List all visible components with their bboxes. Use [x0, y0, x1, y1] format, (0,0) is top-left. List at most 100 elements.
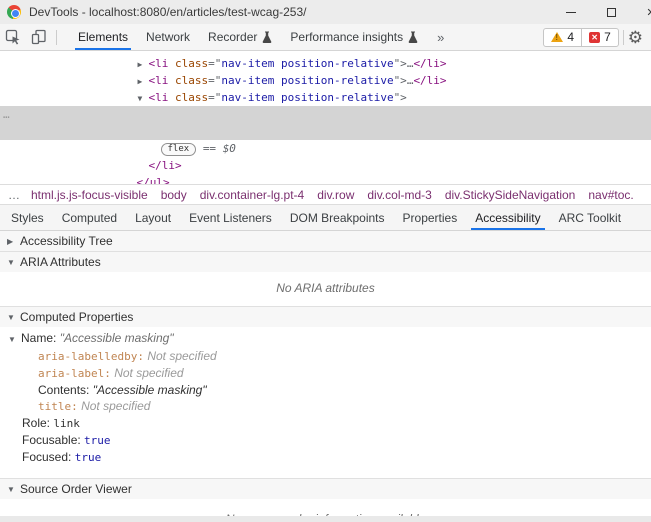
experiment-flask-icon	[408, 31, 418, 43]
breadcrumb-item-html[interactable]: html.js.js-focus-visible	[31, 188, 148, 202]
section-computed-properties: ▼ Computed Properties ▼ Name: "Accessible…	[0, 307, 651, 479]
property-key: Role:	[22, 416, 51, 430]
property-row-focusable: Focusable: true	[0, 432, 651, 449]
property-key: title:	[38, 400, 78, 413]
property-key: Name:	[21, 331, 57, 345]
property-row-title: title: Not specified	[0, 398, 651, 415]
maximize-button[interactable]	[591, 0, 631, 24]
device-toolbar-icon	[31, 29, 46, 45]
disclosure-expanded-icon[interactable]: ▼	[7, 313, 20, 322]
section-title: Computed Properties	[20, 310, 134, 324]
section-header-accessibility-tree[interactable]: ▶ Accessibility Tree	[0, 231, 651, 251]
disclosure-expanded-icon[interactable]: ▼	[7, 485, 20, 494]
errors-badge[interactable]: ✕ 7	[581, 28, 618, 46]
section-title: Accessibility Tree	[20, 234, 113, 248]
maximize-icon	[606, 7, 616, 17]
devtools-tab-strip: Elements Network Recorder Performance in…	[69, 24, 454, 50]
disclosure-collapsed-icon[interactable]: ▶	[7, 237, 20, 246]
property-key: Focused:	[22, 450, 72, 464]
property-value: true	[74, 451, 102, 464]
property-value: link	[53, 417, 80, 430]
property-value: "Accessible masking"	[92, 383, 207, 397]
property-row-role: Role: link	[0, 415, 651, 432]
error-icon: ✕	[589, 31, 601, 43]
property-row-aria-label: aria-label: Not specified	[0, 365, 651, 382]
toggle-device-toolbar-button[interactable]	[26, 24, 52, 50]
property-key: Contents:	[38, 383, 90, 397]
section-header-source-order-viewer[interactable]: ▼ Source Order Viewer	[0, 479, 651, 499]
inspect-element-icon	[5, 29, 20, 45]
property-value: Not specified	[114, 366, 184, 380]
tab-arc-toolkit[interactable]: ARC Toolkit	[550, 205, 630, 230]
property-key: aria-label:	[38, 367, 111, 380]
tab-styles[interactable]: Styles	[2, 205, 53, 230]
tab-dom-breakpoints[interactable]: DOM Breakpoints	[281, 205, 394, 230]
breadcrumb-overflow-button[interactable]: …	[0, 188, 31, 202]
dom-tree-row-li-collapsed[interactable]: ▶ <li class="nav-item position-relative">…	[0, 55, 651, 87]
window-titlebar: DevTools - localhost:8080/en/articles/te…	[0, 0, 651, 24]
disclosure-expanded-icon[interactable]: ▼	[7, 258, 20, 267]
tab-recorder-label: Recorder	[208, 30, 258, 44]
breadcrumb-item-col[interactable]: div.col-md-3	[367, 188, 431, 202]
section-header-computed-properties[interactable]: ▼ Computed Properties	[0, 307, 651, 327]
dom-tree-row-anchor-selected[interactable]: …▶<a href="#accessible-masking" class="n…	[0, 106, 651, 138]
experiment-flask-icon	[263, 31, 272, 43]
dom-tree-row-flex-annotation: flex == $0	[0, 123, 651, 156]
property-key: Focusable:	[22, 433, 81, 447]
tab-elements-label: Elements	[78, 30, 129, 44]
overflow-menu-icon[interactable]: …	[3, 106, 10, 123]
tab-computed[interactable]: Computed	[53, 205, 126, 230]
breadcrumb-item-sticky-nav[interactable]: div.StickySideNavigation	[445, 188, 576, 202]
dom-tree-row-close-ul[interactable]: </ul>	[0, 157, 651, 184]
tab-layout[interactable]: Layout	[126, 205, 180, 230]
section-title: ARIA Attributes	[20, 255, 101, 269]
dom-tree-row-li-expanded[interactable]: ▼ <li class="nav-item position-relative">	[0, 72, 651, 104]
warning-count: 4	[567, 30, 575, 44]
computed-properties-body: ▼ Name: "Accessible masking" aria-labelle…	[0, 327, 651, 478]
breadcrumb: … html.js.js-focus-visible body div.cont…	[0, 184, 651, 205]
property-value: true	[84, 434, 111, 447]
property-row-contents: Contents: "Accessible masking"	[0, 382, 651, 398]
property-key: aria-labelledby:	[38, 350, 144, 363]
gear-icon: ⚙	[627, 27, 643, 47]
dom-tree-row-pseudo-marker[interactable]: ::marker	[0, 89, 651, 121]
breadcrumb-item-nav-toc[interactable]: nav#toc.	[588, 188, 633, 202]
close-button[interactable]: ✕	[631, 0, 651, 24]
toolbar-separator	[56, 29, 57, 45]
warnings-badge[interactable]: 4	[544, 29, 581, 46]
section-aria-attributes: ▼ ARIA Attributes No ARIA attributes	[0, 252, 651, 307]
chevron-double-right-icon: »	[437, 29, 445, 45]
window-title: DevTools - localhost:8080/en/articles/te…	[29, 5, 307, 19]
toolbar-separator	[622, 29, 624, 45]
tab-elements[interactable]: Elements	[69, 24, 137, 50]
minimize-icon	[566, 11, 576, 13]
bottom-scrollbar-track[interactable]	[0, 516, 651, 522]
aria-empty-message: No ARIA attributes	[276, 281, 375, 295]
breadcrumb-item-body[interactable]: body	[161, 188, 187, 202]
tab-performance-insights[interactable]: Performance insights	[281, 24, 427, 50]
tab-network[interactable]: Network	[137, 24, 199, 50]
tab-accessibility[interactable]: Accessibility	[466, 205, 549, 230]
window-controls: ✕	[551, 0, 651, 24]
more-tabs-button[interactable]: »	[427, 24, 454, 50]
breadcrumb-item-row[interactable]: div.row	[317, 188, 354, 202]
error-count: 7	[604, 30, 611, 44]
issues-badges: 4 ✕ 7	[543, 27, 619, 47]
tab-properties[interactable]: Properties	[394, 205, 467, 230]
tab-event-listeners[interactable]: Event Listeners	[180, 205, 281, 230]
tag-end: </ul>	[136, 176, 170, 184]
tab-recorder[interactable]: Recorder	[199, 24, 281, 50]
inspect-element-button[interactable]	[0, 24, 26, 50]
minimize-button[interactable]	[551, 0, 591, 24]
property-row-name[interactable]: ▼ Name: "Accessible masking"	[0, 330, 651, 348]
settings-button[interactable]: ⚙	[628, 29, 643, 46]
property-value: "Accessible masking"	[59, 331, 174, 345]
breadcrumb-item-container[interactable]: div.container-lg.pt-4	[200, 188, 305, 202]
dom-tree-row-close-li[interactable]: </li>	[0, 140, 651, 172]
section-header-aria-attributes[interactable]: ▼ ARIA Attributes	[0, 252, 651, 272]
property-row-focused: Focused: true	[0, 449, 651, 466]
elements-dom-tree: ▶ <li class="nav-item position-relative">…	[0, 51, 651, 184]
toolbar-right-group: 4 ✕ 7 ⚙	[543, 24, 651, 50]
disclosure-expanded-icon[interactable]: ▼	[8, 332, 21, 348]
chrome-logo-icon	[7, 5, 21, 19]
